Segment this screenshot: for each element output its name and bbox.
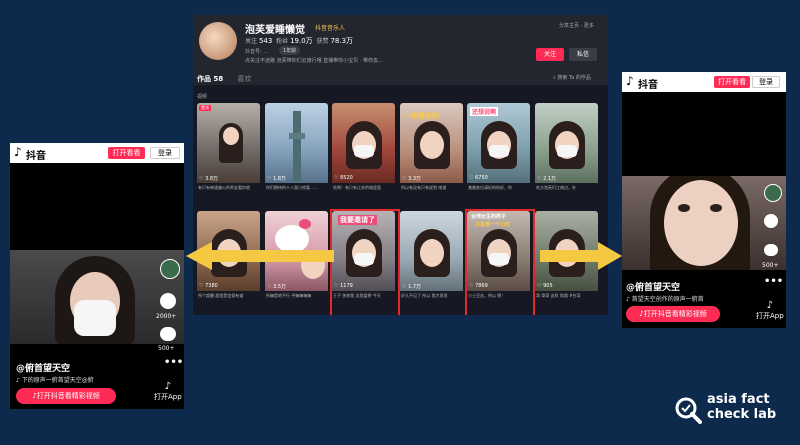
video-card[interactable]: 还想说啊 ♡ 6750 激美各位请好的你好，你 <box>467 103 530 191</box>
video-caption: 吃啊！有只有江苏的城里面 <box>333 185 381 190</box>
right-phone-screen: ♪ 抖音 打开看看 登录 500+ @俯首望天空 ••• ♪ 首望天空创作的原声… <box>622 72 786 328</box>
comment-count: 500+ <box>158 345 175 352</box>
comment-icon[interactable] <box>764 244 778 256</box>
video-likes: ♡ 2.1万 <box>537 176 557 182</box>
section-label: 视频 <box>197 94 208 100</box>
tiktok-logo-icon: ♪ <box>14 145 22 159</box>
fans-label: 粉丝 <box>276 38 289 45</box>
login-button[interactable]: 登录 <box>752 76 780 88</box>
video-card[interactable]: ♡ 1.7万 好久不见了 所以 我才发现 <box>400 211 463 299</box>
brand-logo-text: asia fact check lab <box>707 392 777 422</box>
video-card[interactable]: 一定要去的 ♡ 3.3万 所以有没有只有说到 南湖 <box>400 103 463 191</box>
musician-badge: 抖音音乐人 <box>315 25 346 32</box>
top-bar: ♪ 抖音 打开看看 登录 <box>622 72 786 92</box>
profile-bio: 点关注不迷路 泡芙带你们云旅行哦 直播带你小宝贝 · 带你去... <box>245 58 383 64</box>
app-logo-text: 抖音 <box>638 80 658 91</box>
app-logo-text: 抖音 <box>26 151 46 162</box>
video-caption: 所以有没有只有说到 南湖 <box>401 185 447 190</box>
video-card[interactable]: ♡ 2.1万 吃方泡芙们江南边，外 <box>535 103 598 191</box>
action-bar: 500+ <box>762 184 786 276</box>
video-caption: 所个超醒 超程是会保有道 <box>198 293 244 298</box>
follow-button[interactable]: 关注 <box>536 48 564 61</box>
comment-icon[interactable] <box>160 327 176 341</box>
video-card[interactable]: ♡ 1.8万 你们期待的十八我小惊喜…… <box>265 103 328 191</box>
tiktok-logo-icon: ♪ <box>164 381 172 392</box>
more-icon[interactable]: ••• <box>164 357 183 368</box>
likes-label: 获赞 <box>316 38 329 45</box>
video-caption: 好久不见了 所以 我才发现 <box>401 293 448 298</box>
fans-count[interactable]: 19.0万 <box>290 37 313 45</box>
douyin-id: 抖音号: ... <box>245 49 269 55</box>
video-likes: ♡ 1.8万 <box>267 176 287 182</box>
tiktok-logo-icon: ♪ <box>626 74 634 88</box>
video-likes: ♡ 3.5万 <box>267 284 287 290</box>
likes-count: 78.3万 <box>330 37 354 45</box>
video-caption: 吃方泡芙们江南边，外 <box>536 185 576 190</box>
login-button[interactable]: 登录 <box>150 147 180 159</box>
profile-name: 泡芙爱睡懒觉 <box>245 25 305 36</box>
age-tag: 1年龄 <box>279 46 301 55</box>
video-caption: 你们期待的十八我小惊喜…… <box>266 185 318 190</box>
video-likes: ♡ 905 <box>537 283 553 289</box>
video-likes: ♡ 3.3万 <box>402 176 422 182</box>
message-button[interactable]: 私信 <box>569 48 597 61</box>
share-profile-link[interactable]: 分享主页 · 更多 <box>559 22 594 29</box>
video-card[interactable]: ♡ 8520 吃啊！有只有江苏的城里面 <box>332 103 395 191</box>
fact-check-logo-icon <box>675 397 702 424</box>
video-card[interactable]: 置顶 ♡ 3.8万 有只有神速偏火的师友看你就 <box>197 103 260 191</box>
tab-likes[interactable]: 喜欢 <box>237 75 251 83</box>
author-name[interactable]: @俯首望天空 <box>16 361 70 374</box>
heart-icon[interactable] <box>160 293 176 309</box>
more-icon[interactable]: ••• <box>764 276 783 287</box>
search-works-input[interactable]: ⌕ 搜索 Ta 的作品 <box>553 74 591 81</box>
profile-tabs: 作品 58 喜欢 <box>197 74 251 84</box>
video-caption: 所嘛是地不行 乎嘛嘛嘛嘛 <box>266 293 312 298</box>
video-likes: ♡ 6750 <box>469 175 488 181</box>
left-phone-screen: ♪ 抖音 打开看看 登录 2000+ 500+ @俯首望天空 ••• ♪ 下的原… <box>10 143 184 409</box>
open-app-button[interactable]: 打开看看 <box>714 76 750 88</box>
tiktok-logo-icon: ♪ <box>766 300 774 311</box>
video-caption: 哥 哥哥 这样 和我 #台湾 <box>536 293 581 298</box>
open-app-link[interactable]: ♪ 打开App <box>154 381 182 402</box>
like-count: 2000+ <box>156 313 177 320</box>
author-name[interactable]: @俯首望天空 <box>626 280 680 293</box>
tab-works[interactable]: 作品 58 <box>197 75 223 83</box>
video-likes: ♡ 7380 <box>199 283 218 289</box>
video-caption: 有只有神速偏火的师友看你就 <box>198 185 250 190</box>
profile-stats: 关注 543 粉丝 19.0万 获赞 78.3万 <box>245 36 353 46</box>
author-avatar[interactable] <box>764 184 782 202</box>
highlight-box-left <box>330 209 400 315</box>
sound-info[interactable]: ♪ 首望天空创作的原声一俯首 <box>626 294 704 303</box>
follow-label: 关注 <box>245 38 258 45</box>
follow-count[interactable]: 543 <box>259 37 272 45</box>
open-app-button[interactable]: 打开看看 <box>108 147 145 159</box>
comment-count: 500+ <box>762 262 779 269</box>
open-douyin-cta[interactable]: ♪打开抖音看精彩视频 <box>16 388 116 404</box>
video-caption: 激美各位请好的你好，你 <box>468 185 512 190</box>
pinned-badge: 置顶 <box>199 105 211 111</box>
action-bar: 2000+ 500+ <box>156 259 182 369</box>
video-likes: ♡ 3.8万 <box>199 176 219 182</box>
sound-info[interactable]: ♪ 下的原声一俯首望天空@俯 <box>16 375 94 384</box>
video-likes: ♡ 1.7万 <box>402 284 422 290</box>
author-avatar[interactable] <box>160 259 180 279</box>
open-douyin-cta[interactable]: ♪打开抖音看精彩视频 <box>626 306 720 322</box>
profile-page: 泡芙爱睡懒觉 抖音音乐人 关注 543 粉丝 19.0万 获赞 78.3万 抖音… <box>193 15 608 315</box>
highlight-box-right <box>465 209 535 315</box>
heart-icon[interactable] <box>764 214 778 228</box>
avatar[interactable] <box>199 22 237 60</box>
top-bar: ♪ 抖音 打开看看 登录 <box>10 143 184 163</box>
video-likes: ♡ 8520 <box>334 175 353 181</box>
open-app-link[interactable]: ♪ 打开App <box>756 300 784 321</box>
